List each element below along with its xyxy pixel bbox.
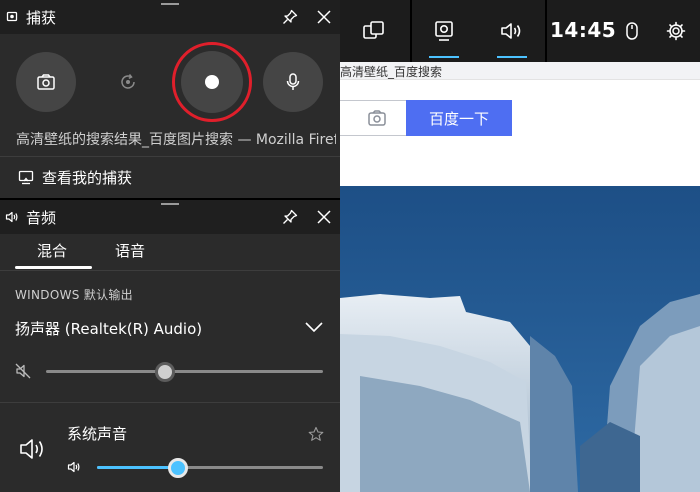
mouse-button[interactable] bbox=[620, 0, 644, 62]
screenshot-button[interactable] bbox=[16, 52, 76, 112]
audio-widget-icon bbox=[499, 20, 525, 42]
capture-widget-header[interactable]: 捕获 bbox=[0, 0, 340, 34]
default-output-section-label: WINDOWS 默认输出 bbox=[15, 288, 133, 302]
capture-widget-active-indicator bbox=[429, 56, 459, 58]
widget-menu-icon bbox=[362, 20, 386, 42]
clock: 14:45 bbox=[550, 18, 617, 42]
speaker-header-icon bbox=[5, 210, 19, 224]
favorite-star-icon[interactable] bbox=[308, 426, 324, 442]
capture-widget-title: 捕获 bbox=[26, 9, 57, 27]
image-search-camera-icon[interactable] bbox=[367, 109, 387, 127]
record-last-button bbox=[98, 52, 158, 112]
view-my-captures-link[interactable]: 查看我的捕获 bbox=[0, 157, 340, 197]
audio-widget-title: 音频 bbox=[26, 209, 57, 227]
capture-widget: 捕获 高清壁纸的搜索结果_百度图片搜索 — Mozilla Firefox 查看… bbox=[0, 0, 340, 198]
browser-search-box[interactable] bbox=[340, 100, 406, 136]
record-start-icon bbox=[205, 75, 219, 89]
app-volume-slider[interactable] bbox=[97, 456, 323, 480]
start-recording-button[interactable] bbox=[181, 51, 243, 113]
divider bbox=[0, 402, 340, 403]
tab-voice[interactable]: 语音 bbox=[115, 240, 145, 261]
record-last-icon bbox=[118, 72, 138, 92]
close-icon[interactable] bbox=[316, 209, 332, 225]
slider-track bbox=[46, 370, 323, 373]
screenshot-camera-icon bbox=[36, 73, 56, 91]
drag-handle[interactable] bbox=[161, 3, 179, 5]
microphone-toggle-button[interactable] bbox=[263, 52, 323, 112]
slider-fill bbox=[97, 466, 178, 469]
capture-widget-icon bbox=[434, 20, 454, 42]
audio-widget: 音频 混合 语音 WINDOWS 默认输出 扬声器 (Realtek(R) Au… bbox=[0, 200, 340, 492]
pin-icon[interactable] bbox=[282, 9, 298, 25]
capture-target-window-title: 高清壁纸的搜索结果_百度图片搜索 — Mozilla Firefox bbox=[16, 132, 336, 148]
view-my-captures-label: 查看我的捕获 bbox=[42, 169, 133, 187]
capture-header-icon bbox=[6, 11, 18, 23]
slider-thumb[interactable] bbox=[155, 362, 175, 382]
close-icon[interactable] bbox=[316, 9, 332, 25]
muted-speaker-icon[interactable] bbox=[14, 362, 34, 380]
selected-tab-indicator bbox=[15, 266, 92, 269]
toolbar-separator bbox=[545, 0, 547, 62]
mouse-icon bbox=[625, 20, 639, 42]
capture-widget-button[interactable] bbox=[424, 0, 464, 62]
gallery-icon bbox=[18, 170, 34, 185]
drag-handle[interactable] bbox=[161, 203, 179, 205]
toolbar-separator bbox=[410, 0, 412, 62]
widget-menu-button[interactable] bbox=[354, 0, 394, 62]
browser-tab-title[interactable]: 高清壁纸_百度搜索 bbox=[340, 63, 442, 80]
device-volume-slider[interactable] bbox=[46, 360, 323, 384]
pin-icon[interactable] bbox=[282, 209, 298, 225]
wallpaper-image-iceberg bbox=[340, 186, 700, 492]
game-bar-top-toolbar: 14:45 bbox=[340, 0, 700, 62]
background-browser-window: 高清壁纸_百度搜索 百度一下 bbox=[340, 0, 700, 492]
chevron-down-icon[interactable] bbox=[304, 319, 324, 335]
browser-search-row: 百度一下 bbox=[340, 80, 700, 186]
tab-mix[interactable]: 混合 bbox=[37, 240, 67, 261]
audio-widget-button[interactable] bbox=[490, 0, 534, 62]
audio-widget-active-indicator bbox=[497, 56, 527, 58]
system-sounds-speaker-icon bbox=[18, 436, 48, 462]
microphone-icon bbox=[285, 72, 301, 92]
settings-button[interactable] bbox=[662, 0, 690, 62]
slider-thumb[interactable] bbox=[168, 458, 188, 478]
app-name-system-sounds: 系统声音 bbox=[67, 425, 128, 443]
baidu-search-button[interactable]: 百度一下 bbox=[406, 100, 512, 136]
output-device-name[interactable]: 扬声器 (Realtek(R) Audio) bbox=[15, 318, 202, 339]
browser-tab-strip: 高清壁纸_百度搜索 bbox=[340, 62, 700, 80]
settings-gear-icon bbox=[666, 21, 686, 41]
audio-widget-header[interactable]: 音频 bbox=[0, 200, 340, 234]
divider bbox=[0, 270, 340, 271]
app-volume-icon[interactable] bbox=[67, 460, 83, 474]
